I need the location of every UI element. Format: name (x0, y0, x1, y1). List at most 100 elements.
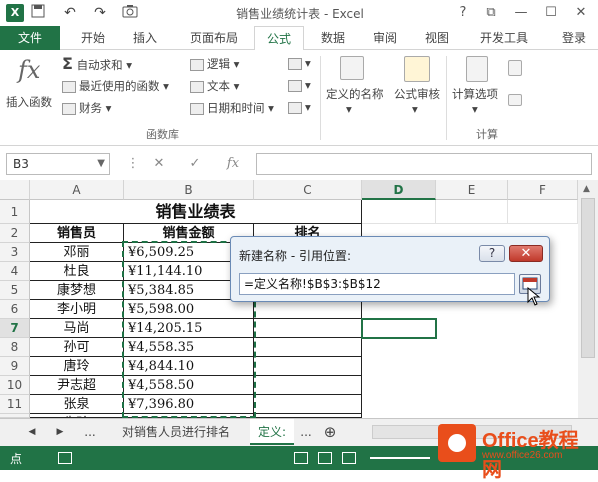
sheet-prev-icon[interactable]: ◀ (24, 419, 40, 445)
more-functions-button[interactable]: ▾ (288, 100, 311, 114)
enter-icon[interactable]: ✓ (184, 153, 206, 175)
calc-options-icon[interactable] (466, 56, 488, 82)
tab-page-layout[interactable]: 页面布局 (176, 26, 252, 50)
defined-names-icon[interactable] (340, 56, 364, 80)
sheet-more-left[interactable]: ... (80, 419, 100, 445)
col-header-b[interactable]: B (124, 180, 254, 200)
row-header[interactable]: 10 (0, 376, 30, 395)
col-header-f[interactable]: F (508, 180, 578, 200)
row-header[interactable]: 6 (0, 300, 30, 319)
table-cell[interactable]: 唐玲 (30, 357, 124, 376)
camera-icon[interactable] (120, 4, 140, 22)
recent-functions-button[interactable]: 最近使用的函数 ▾ (62, 78, 169, 94)
chevron-down-icon[interactable]: ▼ (97, 154, 105, 174)
redo-icon[interactable]: ↷ (90, 4, 110, 22)
save-icon[interactable] (28, 4, 48, 22)
tab-home[interactable]: 开始 (70, 26, 116, 50)
insert-function-icon[interactable]: fx (18, 56, 40, 84)
cancel-icon[interactable]: ✕ (148, 153, 170, 175)
tab-developer[interactable]: 开发工具 (466, 26, 542, 50)
row-header[interactable]: 7 (0, 319, 30, 338)
table-cell[interactable] (254, 319, 362, 338)
tab-insert[interactable]: 插入 (122, 26, 168, 50)
cell[interactable] (436, 200, 508, 224)
table-cell[interactable]: 李小明 (30, 300, 124, 319)
undo-icon[interactable]: ↶ (60, 4, 80, 22)
col-header-e[interactable]: E (436, 180, 508, 200)
calc-options-button[interactable]: 计算选项 (452, 86, 498, 102)
col-header-c[interactable]: C (254, 180, 362, 200)
col-header-d[interactable]: D (362, 180, 436, 200)
autosum-button[interactable]: Σ 自动求和 ▾ (62, 54, 132, 73)
fx-icon[interactable]: fx (222, 153, 244, 175)
add-sheet-icon[interactable]: ⊕ (320, 419, 340, 445)
row-header[interactable]: 1 (0, 200, 30, 224)
row-header[interactable]: 5 (0, 281, 30, 300)
table-cell[interactable]: 张泉 (30, 395, 124, 414)
defined-names-button[interactable]: 定义的名称 (326, 86, 384, 102)
active-cell-d7[interactable] (361, 318, 437, 339)
tab-data[interactable]: 数据 (310, 26, 356, 50)
dialog-close-button[interactable]: ✕ (509, 245, 543, 262)
minimize-button[interactable]: — (510, 3, 532, 23)
refers-to-input[interactable]: =定义名称!$B$3:$B$12 (239, 273, 515, 295)
math-button[interactable]: ▾ (288, 78, 311, 92)
table-cell[interactable]: ¥4,558.35 (124, 338, 254, 357)
table-cell[interactable]: ¥14,205.15 (124, 319, 254, 338)
table-cell[interactable] (254, 395, 362, 414)
table-cell[interactable] (254, 338, 362, 357)
row-header[interactable]: 2 (0, 224, 30, 243)
sheet-tab-ranking[interactable]: 对销售人员进行排名 (108, 419, 244, 445)
text-button[interactable]: 文本 ▾ (190, 78, 239, 94)
formula-audit-icon[interactable] (404, 56, 430, 82)
close-button[interactable]: ✕ (570, 3, 592, 23)
datetime-button[interactable]: 日期和时间 ▾ (190, 100, 274, 116)
sheet-next-icon[interactable]: ▶ (52, 419, 68, 445)
tab-view[interactable]: 视图 (414, 26, 460, 50)
row-header[interactable]: 11 (0, 395, 30, 414)
page-break-view-icon[interactable] (342, 452, 356, 464)
sheet-more-right[interactable]: ... (296, 419, 316, 445)
row-header[interactable]: 3 (0, 243, 30, 262)
page-layout-view-icon[interactable] (318, 452, 332, 464)
header-salesperson[interactable]: 销售员 (30, 224, 124, 243)
scroll-up-icon[interactable]: ▲ (583, 184, 590, 194)
name-box[interactable]: B3 ▼ (6, 153, 110, 175)
table-cell[interactable]: 康梦想 (30, 281, 124, 300)
calc-sheet-icon[interactable] (508, 94, 522, 106)
formula-audit-button[interactable]: 公式审核 (394, 86, 440, 102)
calc-options-dropdown-icon[interactable]: ▾ (472, 102, 478, 116)
row-header[interactable]: 9 (0, 357, 30, 376)
defined-names-dropdown-icon[interactable]: ▾ (346, 102, 352, 116)
lookup-button[interactable]: ▾ (288, 56, 311, 70)
table-cell[interactable]: 马尚 (30, 319, 124, 338)
select-all-corner[interactable] (0, 180, 30, 200)
formula-audit-dropdown-icon[interactable]: ▾ (412, 102, 418, 116)
row-header[interactable]: 8 (0, 338, 30, 357)
insert-function-button[interactable]: 插入函数 (6, 94, 52, 110)
tab-review[interactable]: 审阅 (362, 26, 408, 50)
sheet-tab-define[interactable]: 定义: (250, 419, 294, 445)
maximize-button[interactable]: ☐ (540, 3, 562, 23)
table-cell[interactable]: 杜良 (30, 262, 124, 281)
table-cell[interactable]: ¥5,598.00 (124, 300, 254, 319)
table-cell[interactable]: 尹志超 (30, 376, 124, 395)
table-cell[interactable]: ¥4,558.50 (124, 376, 254, 395)
finance-button[interactable]: 财务 ▾ (62, 100, 111, 116)
macro-record-icon[interactable] (58, 452, 72, 464)
cell[interactable] (362, 200, 436, 224)
help-button[interactable]: ? (452, 3, 474, 23)
table-cell[interactable] (254, 357, 362, 376)
col-header-a[interactable]: A (30, 180, 124, 200)
normal-view-icon[interactable] (294, 452, 308, 464)
row-header[interactable]: 4 (0, 262, 30, 281)
logic-button[interactable]: 逻辑 ▾ (190, 56, 239, 72)
zoom-slider[interactable] (370, 457, 430, 459)
formula-input[interactable] (256, 153, 592, 175)
table-cell[interactable] (254, 376, 362, 395)
cell[interactable] (508, 200, 578, 224)
tab-formulas[interactable]: 公式 (254, 26, 304, 51)
tab-file[interactable]: 文件 (0, 26, 60, 50)
table-cell[interactable]: 孙可 (30, 338, 124, 357)
table-cell[interactable]: 邓丽 (30, 243, 124, 262)
